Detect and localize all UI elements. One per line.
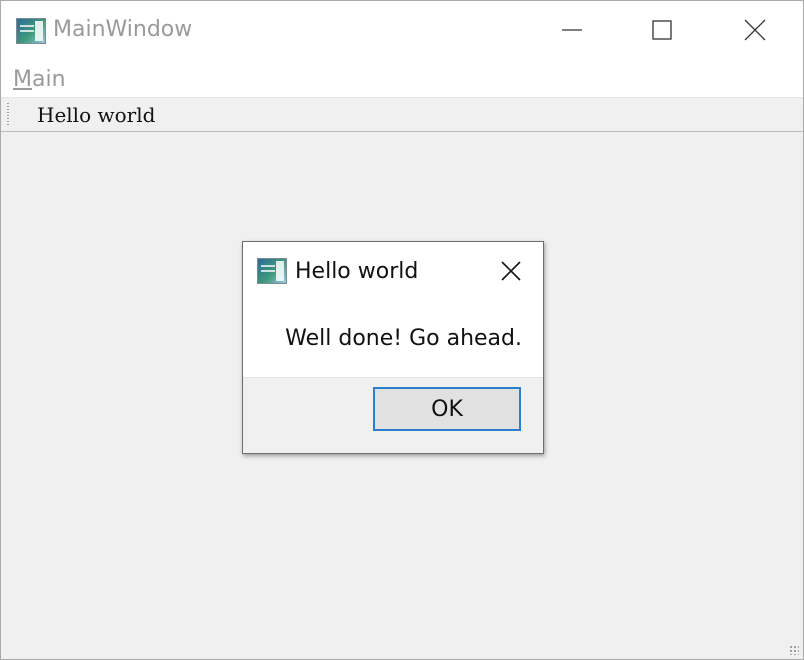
toolbar-grip-handle[interactable]	[7, 103, 9, 127]
maximize-button[interactable]	[639, 7, 685, 53]
ok-button-label: OK	[431, 396, 463, 422]
resize-grip-icon[interactable]	[789, 645, 799, 655]
menu-main-mnemonic: M	[13, 67, 32, 92]
close-icon	[744, 19, 766, 41]
window-title: MainWindow	[53, 17, 193, 42]
close-icon	[501, 261, 521, 281]
message-dialog: Hello world Well done! Go ahead. OK	[242, 241, 544, 454]
app-window-icon	[16, 18, 46, 44]
hello-world-tool-button[interactable]: Hello world	[31, 102, 161, 128]
toolbar: Hello world	[1, 97, 803, 132]
dialog-title: Hello world	[295, 259, 419, 284]
minimize-button[interactable]	[549, 7, 595, 53]
minimize-icon	[562, 29, 582, 31]
dialog-message: Well done! Go ahead.	[285, 326, 522, 351]
close-button[interactable]	[732, 7, 778, 53]
title-bar[interactable]: MainWindow	[1, 1, 803, 61]
ok-button[interactable]: OK	[373, 387, 521, 431]
menu-main-label: ain	[31, 67, 66, 92]
menu-bar: Main	[1, 61, 803, 97]
dialog-close-button[interactable]	[493, 254, 529, 288]
dialog-app-icon	[257, 258, 287, 284]
menu-main[interactable]: Main	[11, 67, 68, 92]
maximize-icon	[652, 20, 672, 40]
